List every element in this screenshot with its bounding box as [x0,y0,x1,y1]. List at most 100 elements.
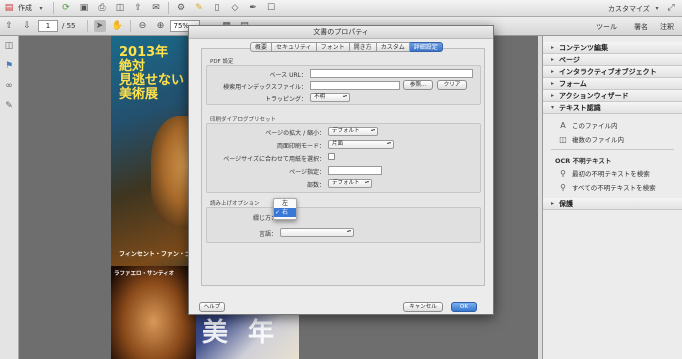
tab-initial-view[interactable]: 開き方 [349,42,377,52]
poster-char: 美 [202,318,229,348]
chevron-right-icon: ▸ [551,68,555,75]
select-cursor-icon[interactable]: ➤ [93,20,106,32]
poster-title: 2013年 絶対 見逃せない 美術展 [119,46,184,102]
binding-option-right[interactable]: 右 [274,208,296,217]
toolbar-divider [168,2,169,14]
section-interactive-objects[interactable]: ▸ インタラクティブオブジェクト [543,66,682,78]
search-icon: ⚲ [560,182,566,192]
help-button[interactable]: ヘルプ [199,302,225,312]
poster-char: 年 [248,318,275,348]
tab-advanced[interactable]: 詳細設定 [409,42,443,52]
poster-title-line: 見逃せない [119,73,185,88]
ok-button[interactable]: OK [451,302,477,312]
main-toolbar: ▤ 作成 ▾ ⟳ ▣ ⎙ ◫ ⇧ ✉ ⚙ ✎ ▯ ◇ ✒ ☐ カスタマイズ ▾ … [0,0,682,17]
divider [551,149,674,150]
section-text-recognition[interactable]: ▾ テキスト認識 [543,102,682,114]
chevron-down-icon[interactable]: ▾ [651,2,663,14]
chevron-right-icon: ▸ [551,92,555,99]
base-url-label: ベース URL： [269,72,307,79]
email-icon[interactable]: ✉ [150,2,162,14]
tools-tab[interactable]: ツール [596,20,617,33]
pdf-settings-heading: PDF 設定 [210,59,234,65]
trapping-select[interactable]: 不明 [310,93,350,102]
comment-tab[interactable]: 注釈 [660,20,674,33]
poster-title-line: 2013年 [119,45,169,60]
page-range-input[interactable] [328,166,382,175]
reading-options-group: 綴じ方： 言語： [206,207,481,243]
recognize-multiple-files[interactable]: ◫ 複数のファイル内 [543,132,682,146]
scaling-select[interactable]: デフォルト [328,127,378,136]
chevron-right-icon: ▸ [551,80,555,87]
section-forms[interactable]: ▸ フォーム [543,78,682,90]
section-content-edit[interactable]: ▸ コンテンツ編集 [543,42,682,54]
comment-icon[interactable]: ✎ [193,2,205,14]
total-pages-label: / 55 [62,22,76,30]
browse-button[interactable]: 参照... [403,80,433,90]
upload-icon[interactable]: ⇧ [132,2,144,14]
cancel-button[interactable]: キャンセル [403,302,443,312]
highlight-icon[interactable]: ▯ [211,2,223,14]
item-label: このファイル内 [572,122,618,130]
zoom-out-icon[interactable]: ⊖ [137,20,149,32]
page-down-icon[interactable]: ⇩ [21,20,33,32]
chevron-right-icon: ▸ [551,56,555,63]
section-label: ページ [559,55,580,64]
bookmark-icon[interactable]: ⚑ [3,60,15,72]
fit-paper-label: ページサイズに合わせて用紙を選択： [223,156,325,163]
attach-icon[interactable]: ☐ [265,2,277,14]
fit-paper-checkbox[interactable] [328,153,335,160]
section-label: 保護 [559,199,573,208]
search-icon: ⚲ [560,168,566,178]
sign-tab[interactable]: 署名 [634,20,648,33]
language-select[interactable] [280,228,354,237]
binding-dropdown-menu: 左 右 [273,198,297,220]
hand-tool-icon[interactable]: ✋ [112,20,124,32]
signature-icon[interactable]: ✎ [3,100,15,112]
create-button[interactable]: 作成 [18,2,32,15]
recognize-this-file[interactable]: A このファイル内 [543,118,682,132]
section-action-wizard[interactable]: ▸ アクションウィザード [543,90,682,102]
open-folder-icon[interactable]: ◫ [114,2,126,14]
dialog-content: PDF 設定 ベース URL： 検索用インデックスファイル： 参照... クリア… [201,48,485,286]
find-all-suspects[interactable]: ⚲ すべての不明テキストを検索 [543,180,682,194]
copies-select[interactable]: デフォルト [328,179,372,188]
binding-option-left[interactable]: 左 [274,199,296,208]
page-range-label: ページ指定： [289,169,325,176]
section-protection[interactable]: ▸ 保護 [543,198,682,210]
find-first-suspect[interactable]: ⚲ 最初の不明テキストを検索 [543,166,682,180]
print-icon[interactable]: ⎙ [96,2,108,14]
section-pages[interactable]: ▸ ページ [543,54,682,66]
text-recognize-icon: A [560,120,566,130]
toolbar-divider [86,20,88,32]
fullscreen-icon[interactable]: ⤢ [665,2,677,14]
item-label: すべての不明テキストを検索 [572,184,656,192]
scaling-label: ページの拡大 / 縮小： [265,130,325,137]
settings-icon[interactable]: ⚙ [175,2,187,14]
page-number-input[interactable]: 1 [38,20,58,32]
combine-icon[interactable]: ⟳ [60,2,72,14]
customize-button[interactable]: カスタマイズ [608,2,650,15]
tab-description[interactable]: 概要 [250,42,273,52]
tools-panel: ▸ コンテンツ編集 ▸ ページ ▸ インタラクティブオブジェクト ▸ フォーム ▸ アクシ… [542,36,682,359]
tab-security[interactable]: セキュリティ [272,42,317,52]
zoom-in-icon[interactable]: ⊕ [155,20,167,32]
save-icon[interactable]: ▣ [78,2,90,14]
language-label: 言語： [258,231,277,238]
stamp-icon[interactable]: ◇ [229,2,241,14]
base-url-input[interactable] [310,69,473,78]
raphael-poster-image: ラファエロ・サンティオ [111,266,196,359]
sign-icon[interactable]: ✒ [247,2,259,14]
tab-custom[interactable]: カスタム [376,42,410,52]
clear-button[interactable]: クリア [437,80,467,90]
create-icon[interactable]: ▤ [3,2,15,14]
tab-fonts[interactable]: フォント [316,42,350,52]
attachment-icon[interactable]: ∞ [3,80,15,92]
thumbnails-icon[interactable]: ◫ [3,40,15,52]
pdf-settings-group: ベース URL： 検索用インデックスファイル： 参照... クリア トラッピング… [206,65,481,105]
chevron-down-icon[interactable]: ▾ [35,2,47,14]
duplex-label: 両面印刷モード： [276,143,325,150]
duplex-select[interactable]: 片面 [328,140,394,149]
page-up-icon[interactable]: ⇧ [3,20,15,32]
section-label: アクションウィザード [559,91,629,100]
search-index-input[interactable] [310,81,400,90]
